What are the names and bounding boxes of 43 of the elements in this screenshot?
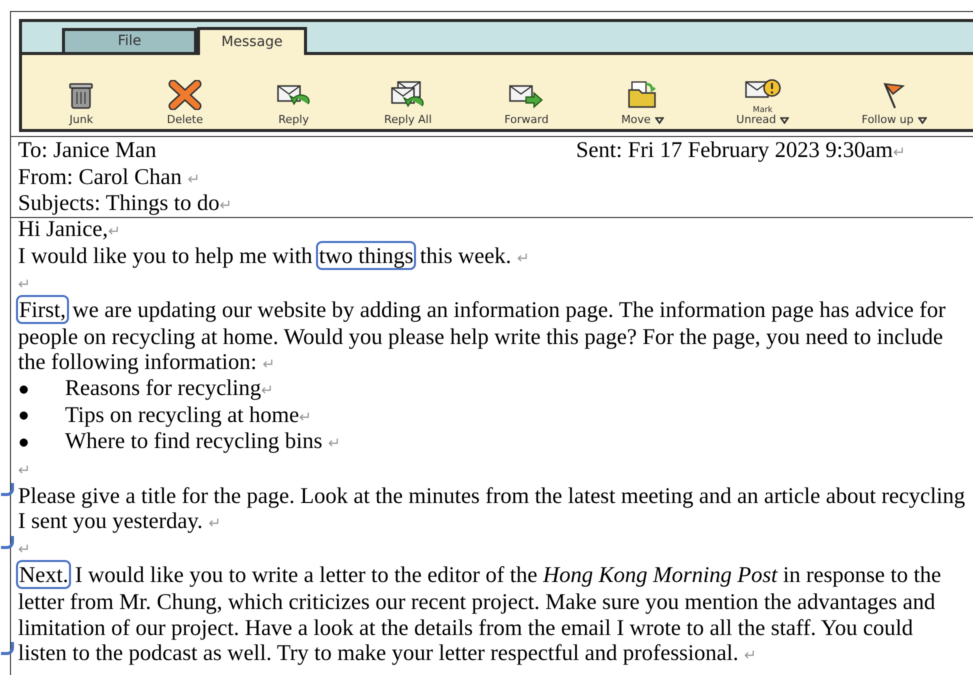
caret-icon — [654, 116, 664, 124]
sent-line: Sent: Fri 17 February 2023 9:30am↵ — [576, 137, 906, 164]
caret-icon — [918, 116, 927, 124]
body-line: the following information: ↵ — [18, 348, 276, 376]
bullet: ● — [18, 378, 30, 402]
to-line: To: Janice Man — [18, 137, 158, 164]
paragraph-mark: ↵ — [892, 145, 906, 161]
paragraph-mark: ↵ — [219, 198, 232, 214]
subject-line: Subjects: Things to do↵ — [18, 190, 232, 215]
cross-icon — [168, 80, 202, 110]
folder-icon — [626, 80, 658, 110]
body-line: Tips on recycling at home↵ — [65, 402, 312, 429]
body-line: listen to the podcast as well. Try to make your letter respectful and professional. ↵ — [18, 640, 758, 668]
toolbar-button[interactable]: Move — [615, 58, 670, 126]
body-line: Next. I would like you to write a letter to the editor of the Hong Kong Morning Post in response to the — [18, 562, 942, 588]
bullet: ● — [18, 430, 30, 455]
paragraph-mark: ↵ — [187, 172, 200, 188]
toolbar-button[interactable]: Delete — [160, 58, 210, 126]
bullet: ● — [18, 404, 30, 428]
body-line: people on recycling at home. Would you please help write this page? For the page, you need to include — [18, 324, 944, 350]
ribbon-tab[interactable]: Message — [197, 27, 307, 55]
toolbar-button[interactable]: Follow up — [856, 58, 933, 126]
body-line: Please give a title for the page. Look at the minutes from the latest meeting and an article about recycling — [18, 482, 966, 509]
body-line: I would like you to help me with two things this week. ↵ — [18, 242, 530, 270]
ribbon-tab[interactable]: File — [62, 28, 197, 52]
body-line: Where to find recycling bins ↵ — [65, 428, 342, 456]
body-line: letter from Mr. Chung, which criticizes our recent project. Make sure you mention the advantages and — [18, 588, 936, 615]
body-line: I sent you yesterday. ↵ — [18, 508, 222, 535]
body-line: Hi Janice,↵ — [18, 216, 121, 244]
body-line: ↵ — [18, 276, 31, 296]
body-line: Reasons for recycling↵ — [65, 375, 274, 402]
caret-icon — [780, 116, 790, 124]
from-line: From: Carol Chan ↵ — [18, 164, 200, 188]
toolbar-button[interactable]: Reply — [270, 58, 318, 126]
body-line: limitation of our project. Have a look at the details from the email I wrote to all the staff. You could — [18, 615, 913, 642]
flag-icon — [881, 80, 908, 110]
toolbar-button[interactable]: Junk — [62, 58, 100, 126]
body-line: ↵ — [18, 462, 31, 481]
body-line: First, we are updating our website by adding an information page. The information page has advice for — [18, 297, 946, 324]
toolbar-button[interactable]: Reply All — [378, 58, 438, 126]
toolbar-button[interactable]: Forward — [498, 58, 555, 126]
body-line: ↵ — [18, 541, 31, 560]
toolbar-button[interactable]: Mark Unread — [730, 58, 796, 126]
